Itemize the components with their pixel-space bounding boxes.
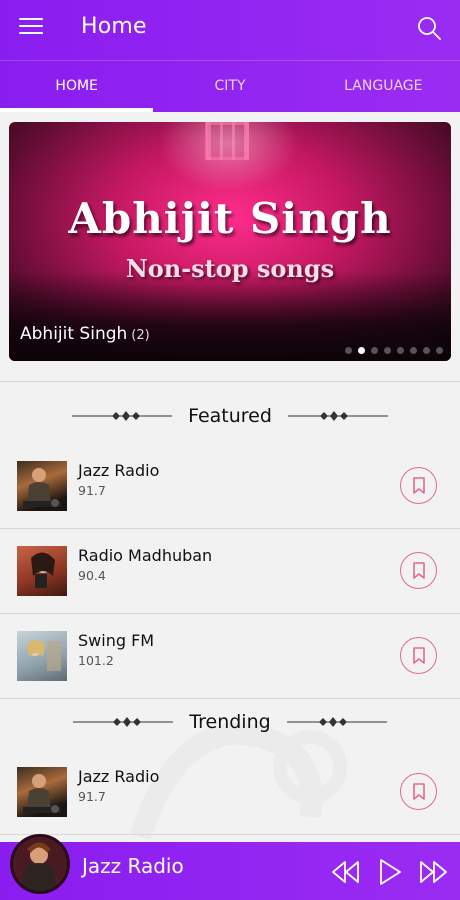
carousel-dot[interactable]	[397, 347, 404, 354]
toolbar: Home	[0, 0, 460, 60]
divider	[0, 834, 460, 835]
carousel-dot[interactable]	[423, 347, 430, 354]
featured-title: Featured	[188, 405, 272, 427]
featured-header: Featured	[0, 394, 460, 438]
trending-title: Trending	[189, 711, 271, 733]
ornament-right-icon	[287, 411, 388, 421]
list-item[interactable]: Swing FM 101.2	[0, 614, 460, 698]
station-frequency: 90.4	[78, 568, 106, 583]
bookmark-icon[interactable]	[400, 467, 437, 504]
bookmark-icon[interactable]	[400, 773, 437, 810]
content-area[interactable]: Abhijit Singh Non-stop songs Abhijit Sin…	[0, 112, 460, 842]
now-playing-title: Jazz Radio	[82, 854, 184, 878]
fast-forward-icon[interactable]	[419, 858, 449, 886]
carousel-dot[interactable]	[410, 347, 417, 354]
menu-icon[interactable]	[19, 18, 43, 38]
carousel-dot[interactable]	[436, 347, 443, 354]
banner-carousel[interactable]: Abhijit Singh Non-stop songs Abhijit Sin…	[9, 122, 451, 361]
station-thumbnail	[17, 461, 67, 511]
page-title: Home	[81, 14, 147, 39]
list-item[interactable]: Radio Madhuban 90.4	[0, 529, 460, 613]
play-icon[interactable]	[377, 858, 403, 886]
station-frequency: 91.7	[78, 483, 106, 498]
tab-home[interactable]: HOME	[0, 61, 154, 112]
search-icon[interactable]	[416, 15, 442, 41]
station-frequency: 101.2	[78, 653, 114, 668]
banner-caption-text: Abhijit Singh	[20, 324, 128, 344]
banner-count: (2)	[131, 328, 150, 343]
mini-player[interactable]: Jazz Radio	[0, 834, 460, 900]
divider	[0, 381, 460, 382]
app-bar: Home HOME CITY LANGUAGE	[0, 0, 460, 112]
carousel-dots	[345, 347, 443, 354]
station-name: Jazz Radio	[78, 461, 160, 480]
list-item[interactable]: Jazz Radio 91.7	[0, 444, 460, 528]
carousel-dot[interactable]	[358, 347, 365, 354]
bookmark-icon[interactable]	[400, 552, 437, 589]
now-playing-artwork	[10, 834, 70, 894]
tab-city[interactable]: CITY	[153, 61, 306, 112]
banner-subheadline: Non-stop songs	[125, 254, 335, 283]
rewind-icon[interactable]	[330, 858, 360, 886]
tab-language[interactable]: LANGUAGE	[307, 61, 460, 112]
station-name: Radio Madhuban	[78, 546, 213, 565]
bookmark-icon[interactable]	[400, 637, 437, 674]
station-thumbnail	[17, 631, 67, 681]
ornament-left-icon	[73, 717, 174, 727]
list-item[interactable]: Jazz Radio 91.7	[0, 750, 460, 834]
stage-window	[205, 122, 249, 160]
banner-headline: Abhijit Singh	[68, 194, 392, 243]
station-thumbnail	[17, 546, 67, 596]
ornament-left-icon	[72, 411, 173, 421]
tab-bar: HOME CITY LANGUAGE	[0, 60, 460, 112]
trending-header: Trending	[0, 700, 460, 744]
ornament-right-icon	[286, 717, 387, 727]
station-thumbnail	[17, 767, 67, 817]
carousel-dot[interactable]	[345, 347, 352, 354]
station-frequency: 91.7	[78, 789, 106, 804]
carousel-dot[interactable]	[371, 347, 378, 354]
station-name: Jazz Radio	[78, 767, 160, 786]
station-name: Swing FM	[78, 631, 155, 650]
carousel-dot[interactable]	[384, 347, 391, 354]
banner-caption: Abhijit Singh (2)	[20, 324, 150, 344]
